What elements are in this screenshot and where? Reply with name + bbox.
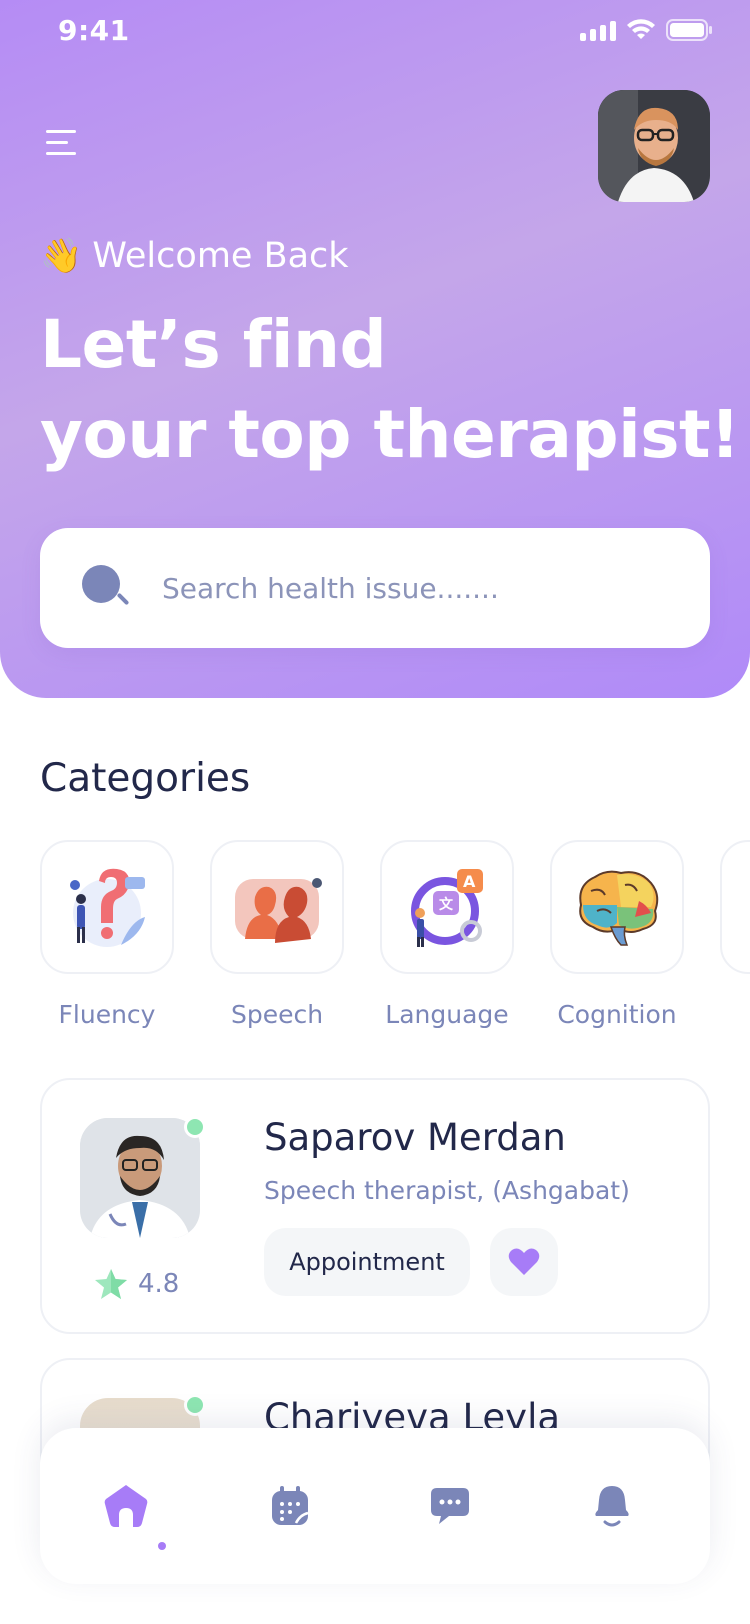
nav-home[interactable] — [98, 1478, 154, 1534]
category-tile[interactable]: 文 A — [380, 840, 514, 974]
cognition-icon — [579, 870, 659, 946]
svg-text:文: 文 — [439, 896, 454, 913]
therapist-name: Saparov Merdan — [264, 1116, 566, 1159]
category-tile[interactable] — [210, 840, 344, 974]
active-indicator-dot — [158, 1542, 166, 1550]
header: 9:41 👋 Welcome Back Let’s find your top … — [0, 0, 750, 698]
favorite-button[interactable] — [490, 1228, 558, 1296]
category-language[interactable]: 文 A Language — [380, 840, 514, 1029]
therapist-photo-illustration — [80, 1118, 200, 1238]
search-bar[interactable] — [40, 528, 710, 648]
category-tile[interactable] — [550, 840, 684, 974]
speech-icon — [235, 878, 322, 943]
status-bar: 9:41 — [0, 0, 750, 64]
therapist-card[interactable]: Saparov Merdan Speech therapist, (Ashgab… — [40, 1078, 710, 1334]
nav-notifications[interactable] — [584, 1478, 640, 1534]
rating: 4.8 — [94, 1268, 179, 1300]
category-next-partial[interactable] — [720, 840, 750, 974]
battery-icon — [666, 19, 712, 41]
chat-icon — [431, 1488, 469, 1524]
therapist-photo — [80, 1118, 200, 1238]
category-tile[interactable] — [720, 840, 750, 974]
category-cognition[interactable]: Cognition — [550, 840, 684, 1029]
user-avatar[interactable] — [598, 90, 710, 202]
search-icon — [82, 565, 130, 611]
therapist-role: Speech therapist, (Ashgabat) — [264, 1176, 630, 1205]
wifi-icon — [627, 19, 655, 39]
category-tile[interactable] — [40, 840, 174, 974]
language-icon: 文 A — [411, 869, 483, 947]
bell-icon — [595, 1486, 629, 1527]
category-label: Cognition — [557, 1000, 677, 1029]
categories-list: Fluency Speech 文 A Language Cognition — [40, 840, 750, 1040]
appointment-button[interactable]: Appointment — [264, 1228, 470, 1296]
star-icon — [95, 1269, 127, 1299]
rating-value: 4.8 — [138, 1269, 180, 1299]
welcome-line: 👋 Welcome Back — [40, 236, 349, 276]
categories-title: Categories — [40, 756, 251, 801]
page-title-line-1: Let’s find — [40, 306, 387, 383]
search-input[interactable] — [162, 571, 682, 605]
nav-messages[interactable] — [422, 1478, 478, 1534]
heart-icon — [508, 1248, 540, 1275]
category-speech[interactable]: Speech — [210, 840, 344, 1029]
category-label: Speech — [230, 1000, 324, 1029]
home-icon — [104, 1485, 148, 1527]
welcome-text: Welcome Back — [92, 236, 349, 276]
category-label: Fluency — [58, 1000, 156, 1029]
page-title-line-2: your top therapist! — [40, 396, 740, 473]
status-icons — [580, 18, 714, 42]
online-status-dot — [184, 1116, 206, 1138]
category-label: Language — [385, 1000, 509, 1029]
page-title: Let’s find your top therapist! — [40, 300, 740, 480]
status-time: 9:41 — [58, 14, 130, 47]
svg-text:A: A — [463, 872, 476, 891]
nav-calendar[interactable] — [262, 1478, 318, 1534]
calendar-icon — [272, 1486, 309, 1525]
bottom-navigation — [40, 1428, 710, 1584]
fluency-icon — [70, 868, 145, 947]
online-status-dot — [184, 1394, 206, 1416]
signal-icon — [580, 19, 616, 41]
user-avatar-illustration — [598, 90, 710, 202]
category-fluency[interactable]: Fluency — [40, 840, 174, 1029]
wave-hand-icon: 👋 — [40, 236, 83, 276]
menu-icon[interactable] — [46, 124, 86, 164]
